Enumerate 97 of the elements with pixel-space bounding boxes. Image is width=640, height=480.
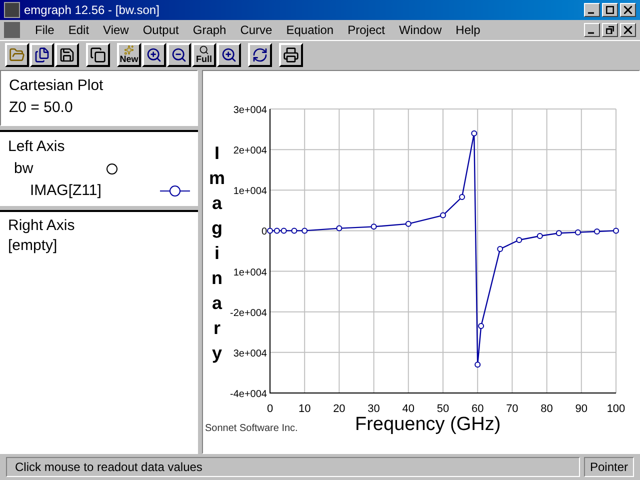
x-tick-label: 40 [402,403,415,415]
y-axis-title: Imaginary [208,142,226,365]
data-point [459,194,466,200]
magnifier-icon [199,45,209,55]
right-axis-content: [empty] [8,236,58,256]
z0-value: Z0 = 50.0 [9,98,74,118]
y-tick-label: 2e+004 [233,146,267,157]
document-minimize-button[interactable] [584,23,600,37]
plot-type: Cartesian Plot [9,76,104,96]
x-tick-label: 0 [266,403,274,415]
toolbar-button[interactable] [142,42,166,66]
toolbar-button[interactable] [248,42,272,66]
y-tick-label: -2e+004 [230,308,267,319]
x-tick-label: 60 [471,403,484,415]
save-icon [59,46,75,62]
circle-icon [106,163,118,175]
toolbar-button[interactable] [167,42,191,66]
toolbar-button[interactable] [30,42,54,66]
data-point [291,228,298,234]
menu-item[interactable]: File [28,21,62,39]
menu-item[interactable]: Equation [279,21,341,39]
status-message: Click mouse to readout data values [6,457,580,477]
menu-item[interactable]: Curve [233,21,280,39]
file-name: bw [14,159,34,179]
data-point [594,228,600,235]
x-tick-label: 80 [540,403,553,415]
menu-item[interactable]: Edit [61,21,96,39]
toolbar-button[interactable]: New [117,42,141,66]
sparkle-icon [124,45,134,55]
y-tick-label: -4e+004 [230,389,267,400]
close-icon [624,26,632,34]
toolbar-button[interactable] [217,42,241,66]
window-title: emgraph 12.56 - [bw.son] [24,2,160,19]
data-point [556,230,562,236]
close-icon [624,6,632,14]
y-tick-label: 3e+004 [233,348,267,360]
x-tick-label: 70 [506,403,518,415]
data-point [474,362,481,368]
app-icon [4,2,20,18]
menu-item[interactable]: View [96,21,136,39]
magnifier-pair-icon [221,46,237,62]
data-point [574,229,581,236]
data-point [478,323,484,330]
maximize-button[interactable] [602,3,618,17]
x-tick-label: 10 [298,403,311,415]
zoom-out-icon [171,46,187,62]
toolbar-button[interactable] [5,42,29,66]
close-button[interactable] [620,3,636,17]
minimize-button[interactable] [584,3,600,17]
restore-icon [606,26,614,34]
x-tick-label: 50 [436,403,450,415]
toolbar-button[interactable] [86,42,110,66]
left-axis-title: Left Axis [8,137,66,157]
menu-item[interactable]: Graph [186,21,234,39]
y-tick-label: 3e+004 [233,105,267,116]
files-icon [34,46,50,62]
menu-item[interactable]: Help [448,21,488,39]
document-icon [4,22,20,38]
x-tick-label: 100 [606,403,626,415]
data-point [302,228,308,234]
toolbar-button[interactable] [279,42,303,66]
data-point [516,237,522,244]
menu-item[interactable]: Window [392,21,449,39]
data-point [440,212,446,218]
menu-item[interactable]: Output [136,21,186,39]
data-point [536,233,543,239]
data-point [336,225,342,232]
data-point [370,224,377,230]
status-mode: Pointer [584,457,634,477]
folder-icon [9,46,25,62]
full-label: Full [196,55,212,64]
data-point [405,220,412,227]
y-tick-label: 1e+004 [233,186,267,198]
refresh-icon [252,46,268,62]
x-axis-title: Frequency (GHz) [355,414,501,436]
print-icon [283,46,299,62]
copy-icon [90,46,106,62]
curve-name: IMAG[Z11] [30,181,102,201]
x-tick-label: 20 [333,403,346,415]
right-axis-title: Right Axis [8,216,76,236]
menu-item[interactable]: Project [340,21,392,39]
y-tick-label: 1e+004 [233,267,267,278]
zoom-in-icon [146,46,162,62]
toolbar-button[interactable]: Full [192,42,216,66]
document-restore-button[interactable] [602,23,618,37]
y-tick-label: 0 [261,226,267,238]
curve-legend-icon [160,185,190,197]
maximize-icon [606,6,614,14]
credit-text: Sonnet Software Inc. [205,422,299,436]
data-point [613,228,619,234]
toolbar-button[interactable] [55,42,79,66]
document-close-button[interactable] [620,23,636,37]
data-point [471,130,478,136]
data-point [497,246,504,252]
x-tick-label: 90 [575,403,588,415]
new-label: New [120,55,138,64]
x-tick-label: 30 [368,403,380,415]
